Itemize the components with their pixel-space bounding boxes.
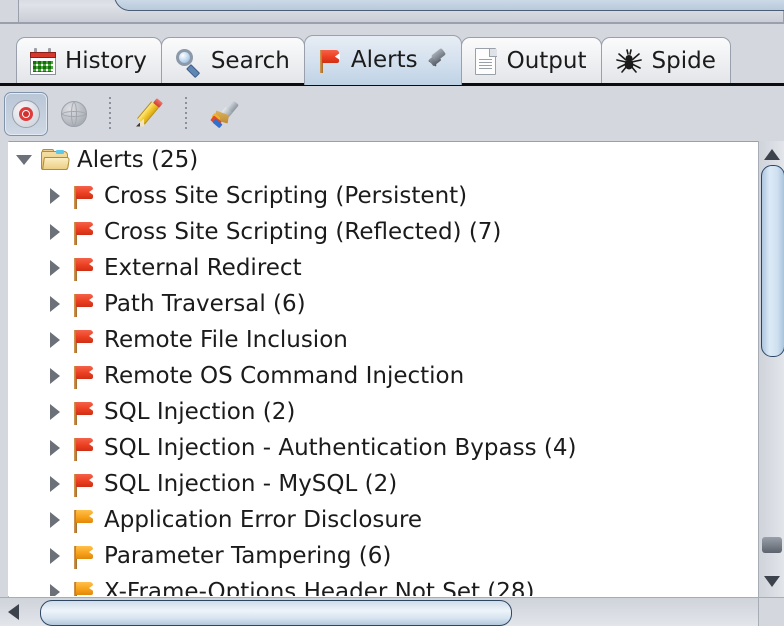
chevron-right-icon[interactable] <box>50 512 60 528</box>
globe-icon <box>60 100 88 128</box>
flag-red-icon <box>72 436 96 461</box>
flag-red-icon <box>72 400 96 425</box>
show-all-button[interactable] <box>52 92 96 136</box>
tree-item-label: SQL Injection - MySQL (2) <box>104 473 397 496</box>
flag-orange-icon <box>72 544 96 569</box>
flag-red-icon <box>72 472 96 497</box>
tree-item-label: Parameter Tampering (6) <box>104 545 391 568</box>
tree-item-label: SQL Injection - Authentication Bypass (4… <box>104 437 576 460</box>
tree-item[interactable]: SQL Injection - MySQL (2) <box>8 466 758 502</box>
scrollbar-corner <box>758 597 784 626</box>
flag-red-icon <box>72 328 96 353</box>
flag-orange-icon <box>72 580 96 597</box>
tree-item[interactable]: Remote File Inclusion <box>8 322 758 358</box>
tree-root-label: Alerts (25) <box>77 149 198 172</box>
tree-item-label: Cross Site Scripting (Reflected) (7) <box>104 221 501 244</box>
tree-item-label: Remote File Inclusion <box>104 329 348 352</box>
tab-search[interactable]: Search <box>161 37 305 85</box>
tree-item-label: Remote OS Command Injection <box>104 365 464 388</box>
tab-spider-label: Spide <box>652 50 716 73</box>
chevron-right-icon[interactable] <box>50 440 60 456</box>
toolbar-separator-2 <box>185 97 187 131</box>
target-icon <box>11 99 41 129</box>
horizontal-scrollbar-thumb[interactable] <box>40 600 512 626</box>
chevron-right-icon[interactable] <box>50 404 60 420</box>
tree-item-label: External Redirect <box>104 257 302 280</box>
tree-item[interactable]: Cross Site Scripting (Persistent) <box>8 178 758 214</box>
tab-output[interactable]: Output <box>461 37 602 85</box>
upper-panel-scrollbar-strip <box>0 0 784 24</box>
tab-alerts-label: Alerts <box>351 49 418 72</box>
tab-output-label: Output <box>507 50 587 73</box>
magnifier-icon <box>175 48 202 75</box>
tab-history-label: History <box>65 50 147 73</box>
flag-red-icon <box>72 364 96 389</box>
tab-search-label: Search <box>211 50 290 73</box>
vertical-scrollbar-thumb[interactable] <box>761 165 784 357</box>
toolbar-separator-1 <box>109 97 111 131</box>
tree-item-label: Application Error Disclosure <box>104 509 422 532</box>
spider-icon <box>615 49 643 75</box>
calendar-icon <box>30 48 56 75</box>
scroll-left-arrow-icon[interactable] <box>8 604 19 620</box>
upper-panel-scrollbar-thumb[interactable] <box>114 0 784 11</box>
flag-orange-icon <box>72 508 96 533</box>
edit-alert-button[interactable] <box>128 92 172 136</box>
tree-item[interactable]: Cross Site Scripting (Reflected) (7) <box>8 214 758 250</box>
tree-horizontal-scrollbar[interactable] <box>0 597 784 626</box>
pencil-icon <box>135 99 165 129</box>
scope-target-button[interactable] <box>4 92 48 136</box>
chevron-right-icon[interactable] <box>50 296 60 312</box>
pushpin-icon[interactable] <box>427 50 447 72</box>
tree-item[interactable]: External Redirect <box>8 250 758 286</box>
tab-history[interactable]: History <box>16 37 162 85</box>
scroll-down-arrow-icon[interactable] <box>764 576 780 587</box>
scroll-up-arrow-icon[interactable] <box>764 149 780 160</box>
chevron-right-icon[interactable] <box>50 548 60 564</box>
flag-red-icon <box>318 48 342 73</box>
chevron-down-icon[interactable] <box>16 155 32 165</box>
clear-alerts-button[interactable] <box>204 92 248 136</box>
document-icon <box>475 48 498 76</box>
flag-red-icon <box>72 292 96 317</box>
chevron-right-icon[interactable] <box>50 332 60 348</box>
tree-item[interactable]: Remote OS Command Injection <box>8 358 758 394</box>
tree-item-label: SQL Injection (2) <box>104 401 295 424</box>
chevron-right-icon[interactable] <box>50 584 60 596</box>
flag-red-icon <box>72 184 96 209</box>
tree-item-label: Path Traversal (6) <box>104 293 306 316</box>
vertical-scrollbar-grip[interactable] <box>762 537 782 553</box>
chevron-right-icon[interactable] <box>50 476 60 492</box>
chevron-right-icon[interactable] <box>50 368 60 384</box>
broom-icon <box>211 100 241 128</box>
alerts-toolbar <box>0 86 784 141</box>
tree-item[interactable]: Application Error Disclosure <box>8 502 758 538</box>
open-folder-icon <box>41 149 69 172</box>
panel-divider <box>0 22 784 24</box>
tree-item[interactable]: Path Traversal (6) <box>8 286 758 322</box>
tree-item-label: X-Frame-Options Header Not Set (28) <box>104 581 535 597</box>
tree-vertical-scrollbar[interactable] <box>758 141 784 597</box>
tab-strip: History Search Alerts <box>16 30 730 85</box>
flag-red-icon <box>72 256 96 281</box>
flag-red-icon <box>72 220 96 245</box>
tree-item[interactable]: X-Frame-Options Header Not Set (28) <box>8 574 758 596</box>
chevron-right-icon[interactable] <box>50 260 60 276</box>
chevron-right-icon[interactable] <box>50 224 60 240</box>
tree-item[interactable]: SQL Injection - Authentication Bypass (4… <box>8 430 758 466</box>
alerts-tree[interactable]: Alerts (25) Cross Site Scripting (Persis… <box>8 142 758 596</box>
tab-alerts[interactable]: Alerts <box>304 35 462 85</box>
upper-panel-scrollbar-track[interactable] <box>18 0 784 24</box>
tree-item[interactable]: SQL Injection (2) <box>8 394 758 430</box>
zap-alerts-window: History Search Alerts <box>0 0 784 626</box>
tree-item-label: Cross Site Scripting (Persistent) <box>104 185 467 208</box>
tab-spider[interactable]: Spide <box>601 37 731 85</box>
tree-item[interactable]: Parameter Tampering (6) <box>8 538 758 574</box>
chevron-right-icon[interactable] <box>50 188 60 204</box>
tree-root-alerts[interactable]: Alerts (25) <box>8 142 758 178</box>
tab-bar: History Search Alerts <box>0 26 784 85</box>
